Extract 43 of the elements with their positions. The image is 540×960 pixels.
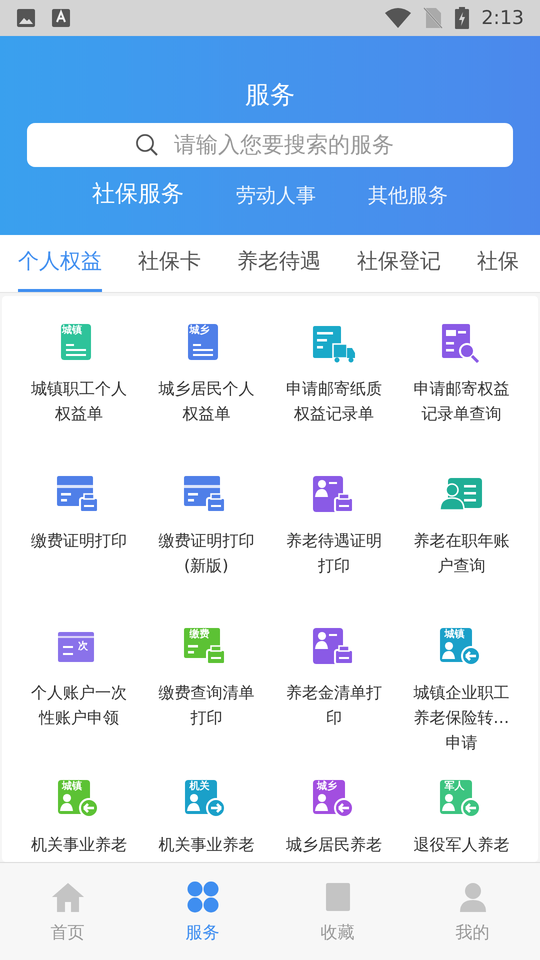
font-icon: [52, 8, 70, 28]
service-label[interactable]: 申请邮寄权益记录单查询: [411, 376, 512, 426]
service-label[interactable]: 城乡居民养老: [284, 832, 384, 857]
icon-badge-text: 军人: [444, 782, 464, 792]
tab[interactable]: 养老待遇: [237, 235, 321, 292]
service-label[interactable]: 申请: [411, 730, 512, 755]
icon-badge-text: 城镇: [62, 326, 82, 336]
service-label[interactable]: 城镇职工个人权益单: [28, 376, 129, 426]
icon-badge-text: 城乡: [189, 326, 210, 336]
search-field[interactable]: 请输入您要搜索的服务: [27, 123, 513, 167]
page-title: 服务: [245, 82, 295, 107]
grid-icon: [186, 881, 218, 913]
service-label[interactable]: 机关事业养老: [28, 832, 129, 857]
service-label[interactable]: 城乡居民个人权益单: [156, 376, 256, 426]
service-label[interactable]: 养老待遇证明打印: [284, 528, 384, 578]
battery-icon: [455, 7, 470, 29]
service-label[interactable]: 缴费证明打印(新版): [156, 528, 256, 578]
no-sim-icon: [423, 7, 444, 29]
service-label[interactable]: 退役军人养老: [411, 832, 512, 857]
clock: 2:13: [481, 6, 524, 31]
icon-badge-text: 缴费: [189, 630, 210, 640]
service-label[interactable]: 缴费查询清单打印: [156, 680, 256, 730]
tab[interactable]: 社保: [477, 235, 519, 292]
service-label[interactable]: 养老金清单打印: [284, 680, 384, 730]
icon-badge-text: 机关: [189, 782, 210, 792]
service-label[interactable]: 个人账户一次性账户申领: [28, 680, 129, 730]
service-label[interactable]: 养老在职年账户查询: [411, 528, 512, 578]
image-icon: [16, 8, 36, 28]
icon-badge-text: 城镇: [444, 630, 464, 640]
wifi-icon: [385, 8, 412, 28]
service-label[interactable]: 缴费证明打印: [28, 528, 129, 553]
service-label[interactable]: 机关事业养老: [156, 832, 256, 857]
service-label[interactable]: 城镇企业职工养老保险转…: [411, 680, 512, 730]
person-icon: [458, 881, 488, 913]
bookmark-icon: [324, 881, 352, 913]
service-label[interactable]: 申请邮寄纸质权益记录单: [284, 376, 384, 426]
home-icon: [50, 881, 84, 913]
icon-badge-text: 城镇: [62, 782, 82, 792]
search-icon: [135, 133, 159, 157]
tab[interactable]: 社保卡: [138, 235, 201, 292]
icon-badge-text: 次: [78, 642, 88, 652]
tab[interactable]: 社保登记: [357, 235, 441, 292]
icon-badge-text: 城乡: [316, 782, 337, 792]
